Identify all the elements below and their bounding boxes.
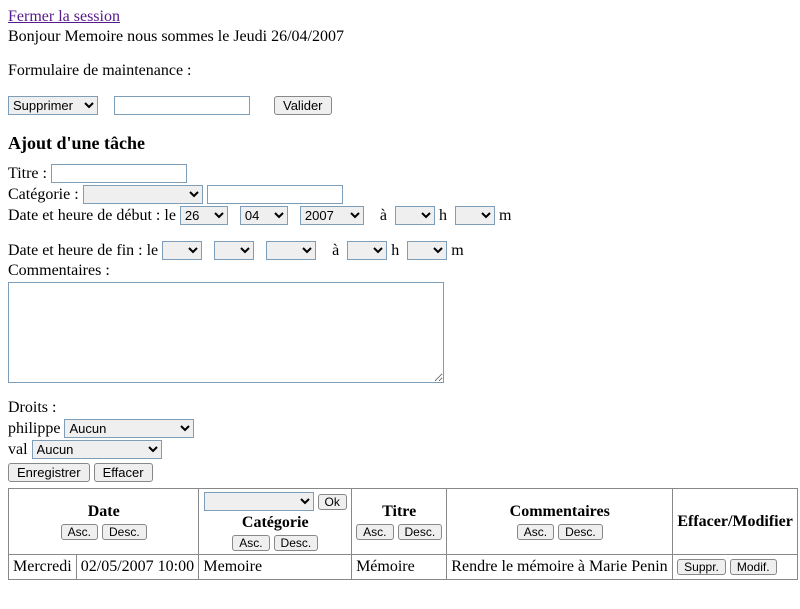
cell-title: Mémoire bbox=[352, 555, 447, 580]
start-month-select[interactable]: 04 bbox=[240, 206, 288, 225]
title-desc-button[interactable]: Desc. bbox=[398, 524, 443, 540]
save-button[interactable]: Enregistrer bbox=[8, 463, 90, 482]
row-delete-button[interactable]: Suppr. bbox=[677, 559, 726, 575]
start-year-select[interactable]: 2007 bbox=[300, 206, 364, 225]
start-min-select[interactable] bbox=[455, 206, 495, 225]
date-asc-button[interactable]: Asc. bbox=[61, 524, 98, 540]
table-row: Mercredi 02/05/2007 10:00 Memoire Mémoir… bbox=[9, 555, 798, 580]
start-day-select[interactable]: 26 bbox=[180, 206, 228, 225]
comments-textarea[interactable] bbox=[8, 282, 444, 383]
title-asc-button[interactable]: Asc. bbox=[356, 524, 393, 540]
col-comments-header: Commentaires bbox=[510, 503, 610, 521]
add-task-heading: Ajout d'une tâche bbox=[8, 133, 792, 154]
maintenance-action-select[interactable]: Supprimer bbox=[8, 96, 98, 115]
category-desc-button[interactable]: Desc. bbox=[274, 535, 319, 551]
end-date-label: Date et heure de fin : le bbox=[8, 242, 158, 259]
validate-button[interactable]: Valider bbox=[274, 96, 332, 115]
cell-datetime: 02/05/2007 10:00 bbox=[76, 555, 199, 580]
end-min-select[interactable] bbox=[407, 241, 447, 260]
category-select[interactable] bbox=[83, 185, 203, 204]
cell-category: Memoire bbox=[199, 555, 352, 580]
at-label-2: à bbox=[332, 242, 339, 259]
col-category-header: Catégorie bbox=[242, 514, 309, 532]
end-day-select[interactable] bbox=[162, 241, 202, 260]
category-label: Catégorie : bbox=[8, 186, 79, 203]
start-date-label: Date et heure de début : le bbox=[8, 207, 176, 224]
cell-comments: Rendre le mémoire à Marie Penin bbox=[447, 555, 673, 580]
title-label: Titre : bbox=[8, 165, 47, 182]
row-edit-button[interactable]: Modif. bbox=[730, 559, 777, 575]
maintenance-input[interactable] bbox=[114, 96, 250, 115]
m-label: m bbox=[499, 207, 511, 224]
cell-dayname: Mercredi bbox=[9, 555, 77, 580]
end-year-select[interactable] bbox=[266, 241, 316, 260]
clear-button[interactable]: Effacer bbox=[94, 463, 153, 482]
close-session-link[interactable]: Fermer la session bbox=[8, 8, 120, 25]
col-actions-header: Effacer/Modifier bbox=[673, 489, 798, 555]
rights-user-1: val bbox=[8, 441, 28, 458]
h-label-2: h bbox=[391, 242, 399, 259]
greeting-text: Bonjour Memoire nous sommes le Jeudi 26/… bbox=[8, 28, 792, 46]
comments-asc-button[interactable]: Asc. bbox=[517, 524, 554, 540]
date-desc-button[interactable]: Desc. bbox=[102, 524, 147, 540]
at-label: à bbox=[380, 207, 387, 224]
start-hour-select[interactable] bbox=[395, 206, 435, 225]
col-date-header: Date bbox=[88, 503, 120, 521]
h-label: h bbox=[439, 207, 447, 224]
title-input[interactable] bbox=[51, 164, 187, 183]
category-asc-button[interactable]: Asc. bbox=[232, 535, 269, 551]
rights-user-0: philippe bbox=[8, 420, 60, 437]
rights-user-0-select[interactable]: Aucun bbox=[64, 419, 194, 438]
rights-label: Droits : bbox=[8, 399, 792, 417]
category-filter-ok-button[interactable]: Ok bbox=[318, 494, 347, 510]
end-hour-select[interactable] bbox=[347, 241, 387, 260]
category-text-input[interactable] bbox=[207, 185, 343, 204]
comments-label: Commentaires : bbox=[8, 262, 110, 279]
col-title-header: Titre bbox=[382, 503, 416, 521]
category-filter-select[interactable] bbox=[204, 492, 314, 511]
maintenance-label: Formulaire de maintenance : bbox=[8, 62, 792, 80]
m-label-2: m bbox=[451, 242, 463, 259]
rights-user-1-select[interactable]: Aucun bbox=[32, 440, 162, 459]
end-month-select[interactable] bbox=[214, 241, 254, 260]
comments-desc-button[interactable]: Desc. bbox=[558, 524, 603, 540]
task-table: Date Asc. Desc. Ok Catégorie Asc. Desc. bbox=[8, 488, 798, 580]
